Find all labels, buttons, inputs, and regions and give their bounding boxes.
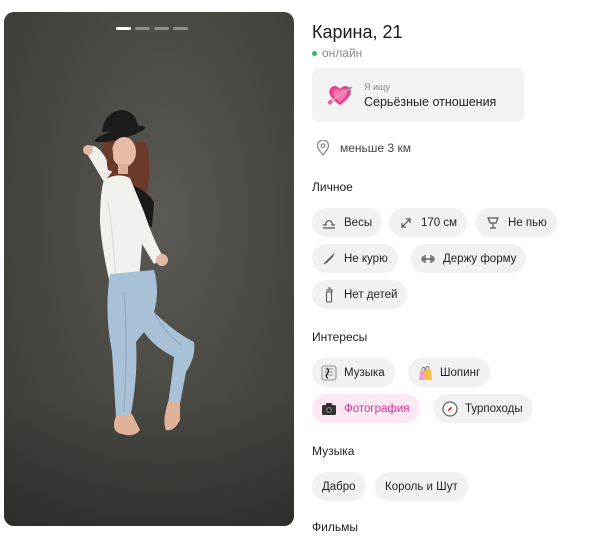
- chip-label: Король и Шут: [385, 480, 458, 493]
- camera-icon: [321, 401, 337, 417]
- heart-arrow-icon: [327, 86, 353, 106]
- chip-drinking: Не пью: [476, 208, 557, 237]
- chip-label: Фотография: [344, 402, 410, 415]
- online-dot-icon: [312, 50, 317, 56]
- chip-smoking: Не курю: [312, 244, 398, 273]
- chip-artist: Король и Шут: [375, 472, 468, 501]
- chip-fitness: Держу форму: [411, 244, 527, 273]
- seeking-card: Я ищу Серьёзные отношения: [312, 68, 524, 122]
- chip-label: 170 см: [421, 216, 458, 229]
- chip-label: Шопинг: [440, 366, 481, 379]
- chip-interest-shopping: Шопинг: [408, 358, 491, 387]
- glass-icon: [485, 215, 501, 231]
- location-pin-icon: [316, 140, 330, 156]
- chip-label: Дабро: [322, 480, 356, 493]
- chip-label: Турпоходы: [465, 402, 523, 415]
- dumbbell-icon: [420, 251, 436, 267]
- online-status-text: онлайн: [322, 46, 363, 60]
- chip-children: Нет детей: [312, 280, 408, 309]
- music-icon: [321, 365, 337, 381]
- distance-text: меньше 3 км: [340, 141, 411, 155]
- seeking-text: Я ищу Серьёзные отношения: [364, 82, 496, 109]
- distance-row: меньше 3 км: [316, 140, 411, 156]
- chip-label: Не пью: [508, 216, 547, 229]
- profile-name-age: Карина, 21: [312, 22, 403, 42]
- chip-label: Держу форму: [443, 252, 517, 265]
- chip-zodiac: Весы: [312, 208, 383, 237]
- section-personal-title: Личное: [312, 180, 353, 194]
- chip-interest-photography-selected: Фотография: [312, 394, 420, 423]
- no-smoking-icon: [321, 251, 337, 267]
- height-icon: [398, 215, 414, 231]
- chip-label: Нет детей: [344, 288, 398, 301]
- seeking-value: Серьёзные отношения: [364, 94, 497, 109]
- section-films-title: Фильмы: [312, 520, 358, 534]
- chip-interest-hiking: Турпоходы: [433, 394, 533, 423]
- person-figure: [83, 110, 195, 436]
- online-status: онлайн: [312, 46, 362, 60]
- chip-height: 170 см: [389, 208, 468, 237]
- shopping-icon: [417, 365, 433, 381]
- section-interests-title: Интересы: [312, 330, 368, 344]
- libra-icon: [321, 215, 337, 231]
- chip-label: Музыка: [344, 366, 385, 379]
- chip-label: Весы: [344, 216, 373, 229]
- baby-bottle-icon: [321, 286, 337, 303]
- chip-artist: Дабро: [312, 472, 366, 501]
- chip-label: Не курю: [344, 252, 388, 265]
- chip-interest-music: Музыка: [312, 358, 395, 387]
- seeking-label: Я ищу: [364, 81, 391, 92]
- section-music-title: Музыка: [312, 444, 355, 458]
- profile-photo[interactable]: [4, 12, 294, 526]
- compass-icon: [442, 400, 458, 417]
